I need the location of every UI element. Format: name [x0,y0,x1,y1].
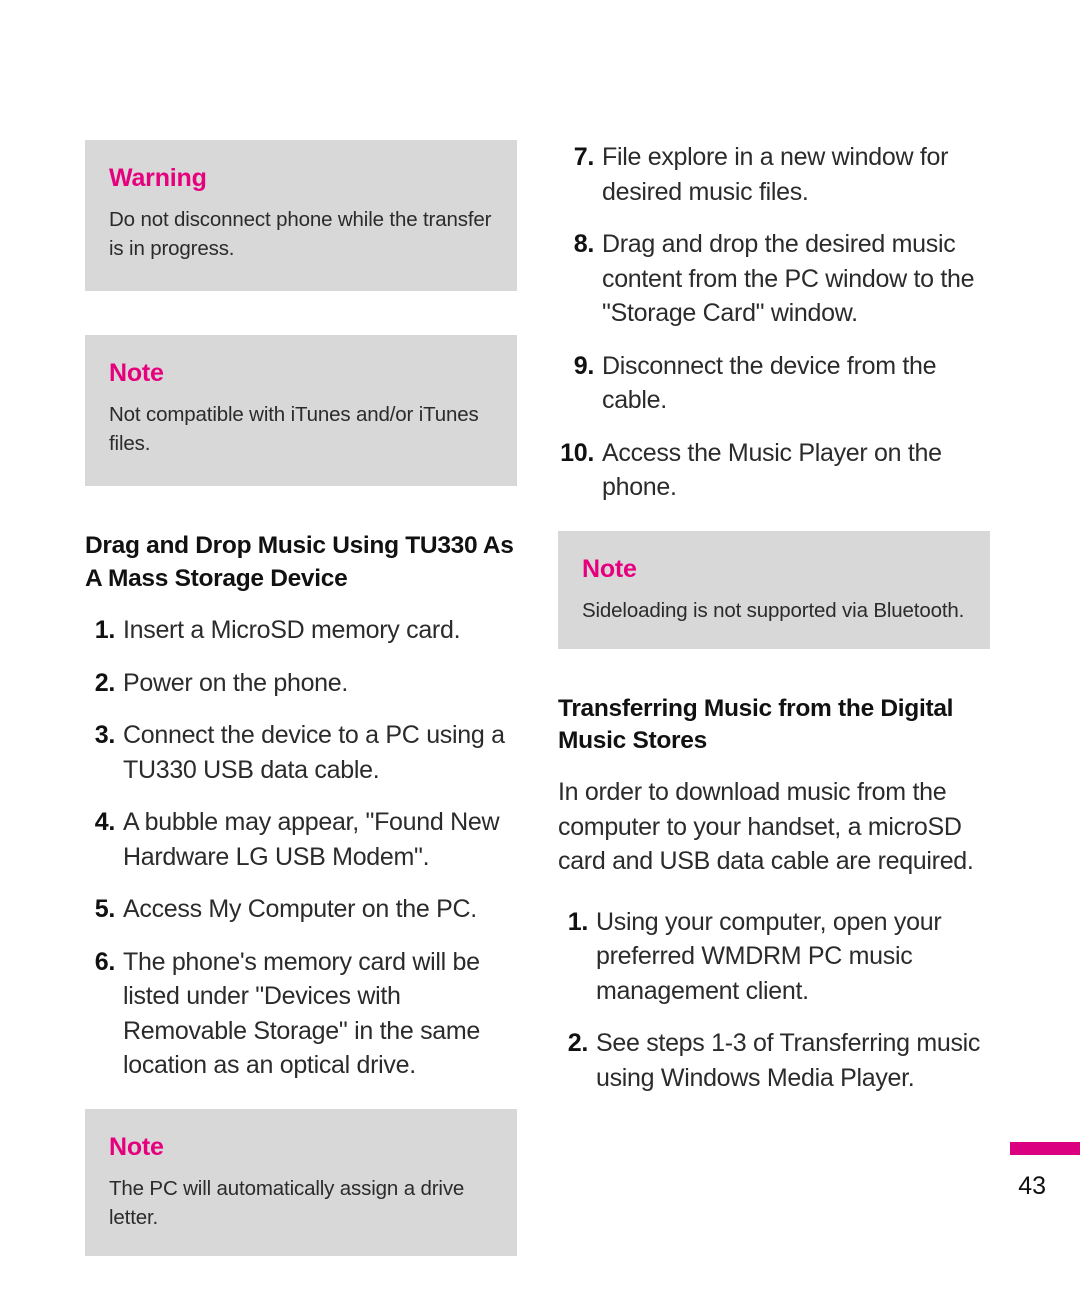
step-text: Drag and drop the desired music content … [602,230,975,327]
note-callout-bluetooth-body: Sideloading is not supported via Bluetoo… [582,598,965,622]
step-text: The phone's memory card will be listed u… [123,947,481,1080]
list-item: 9. Disconnect the device from the cable. [558,349,990,418]
list-item: 8. Drag and drop the desired music conten… [558,227,990,331]
page-number: 43 [1018,1172,1046,1200]
step-number: 8. [573,230,595,258]
left-column: Warning Do not disconnect phone while th… [85,140,517,1300]
manual-page: Warning Do not disconnect phone while th… [0,0,1080,1295]
list-item: 1. Insert a MicroSD memory card. [85,613,517,648]
step-text: A bubble may appear, "Found New Hardware… [123,808,500,871]
step-text: Connect the device to a PC using a TU330… [123,721,505,784]
step-text: File explore in a new window for desired… [602,143,949,206]
list-item: 6. The phone's memory card will be listed… [85,945,517,1083]
warning-callout-body: Do not disconnect phone while the transf… [109,208,492,261]
list-item: 2. Power on the phone. [85,666,517,701]
list-item: 7. File explore in a new window for desir… [558,140,990,209]
step-number: 1. [567,907,589,936]
step-number: 10. [560,438,594,467]
list-item: 5. Access My Computer on the PC. [85,892,517,927]
steps-list-continued: 7. File explore in a new window for desir… [558,140,990,505]
list-item: 4. A bubble may appear, "Found New Hardwa… [85,805,517,874]
note-callout-itunes: Note Not compatible with iTunes and/or i… [85,335,517,487]
step-number: 5. [94,895,116,924]
note-callout-itunes-title: Note [109,359,164,388]
step-text: Using your computer, open your preferred… [596,907,942,1005]
section-heading-mass-storage: Drag and Drop Music Using TU330 As A Mas… [85,532,514,592]
note-callout-drive-letter-body: The PC will automatically assign a drive… [109,1176,465,1229]
steps-list-digital-stores: 1. Using your computer, open your preferr… [558,905,990,1096]
list-item: 1. Using your computer, open your preferr… [558,905,990,1009]
note-callout-itunes-body: Not compatible with iTunes and/or iTunes… [109,403,479,456]
note-callout-bluetooth: Note Sideloading is not supported via Bl… [558,530,990,649]
step-number: 6. [94,947,116,976]
steps-list-mass-storage: 1. Insert a MicroSD memory card. 2. Power … [85,613,517,1083]
step-number: 4. [94,808,116,837]
step-text: Disconnect the device from the cable. [602,351,937,415]
step-text: Insert a MicroSD memory card. [123,616,461,645]
list-item: 10. Access the Music Player on the phone. [558,436,990,505]
step-number: 9. [573,351,595,380]
warning-callout-title: Warning [109,164,207,192]
step-text: Power on the phone. [123,668,349,697]
step-text: Access My Computer on the PC. [123,895,477,924]
section-heading-digital-music-stores: Transferring Music from the Digital Musi… [558,694,954,754]
step-number: 2. [567,1029,589,1058]
list-item: 2. See steps 1-3 of Transferring music us… [558,1026,990,1095]
note-callout-bluetooth-title: Note [582,554,637,583]
step-number: 2. [94,668,116,697]
step-number: 7. [573,143,595,171]
intro-paragraph: In order to download music from the comp… [558,778,974,876]
page-tab-marker [1010,1142,1080,1155]
step-text: See steps 1-3 of Transferring music usin… [596,1029,981,1092]
note-callout-drive-letter-title: Note [109,1132,164,1161]
step-text: Access the Music Player on the phone. [602,438,942,502]
right-column: 7. File explore in a new window for desir… [558,140,990,1121]
note-callout-drive-letter: Note The PC will automatically assign a … [85,1108,517,1256]
step-number: 1. [94,616,116,645]
warning-callout: Warning Do not disconnect phone while th… [85,140,517,292]
list-item: 3. Connect the device to a PC using a TU3… [85,718,517,787]
step-number: 3. [94,721,116,750]
